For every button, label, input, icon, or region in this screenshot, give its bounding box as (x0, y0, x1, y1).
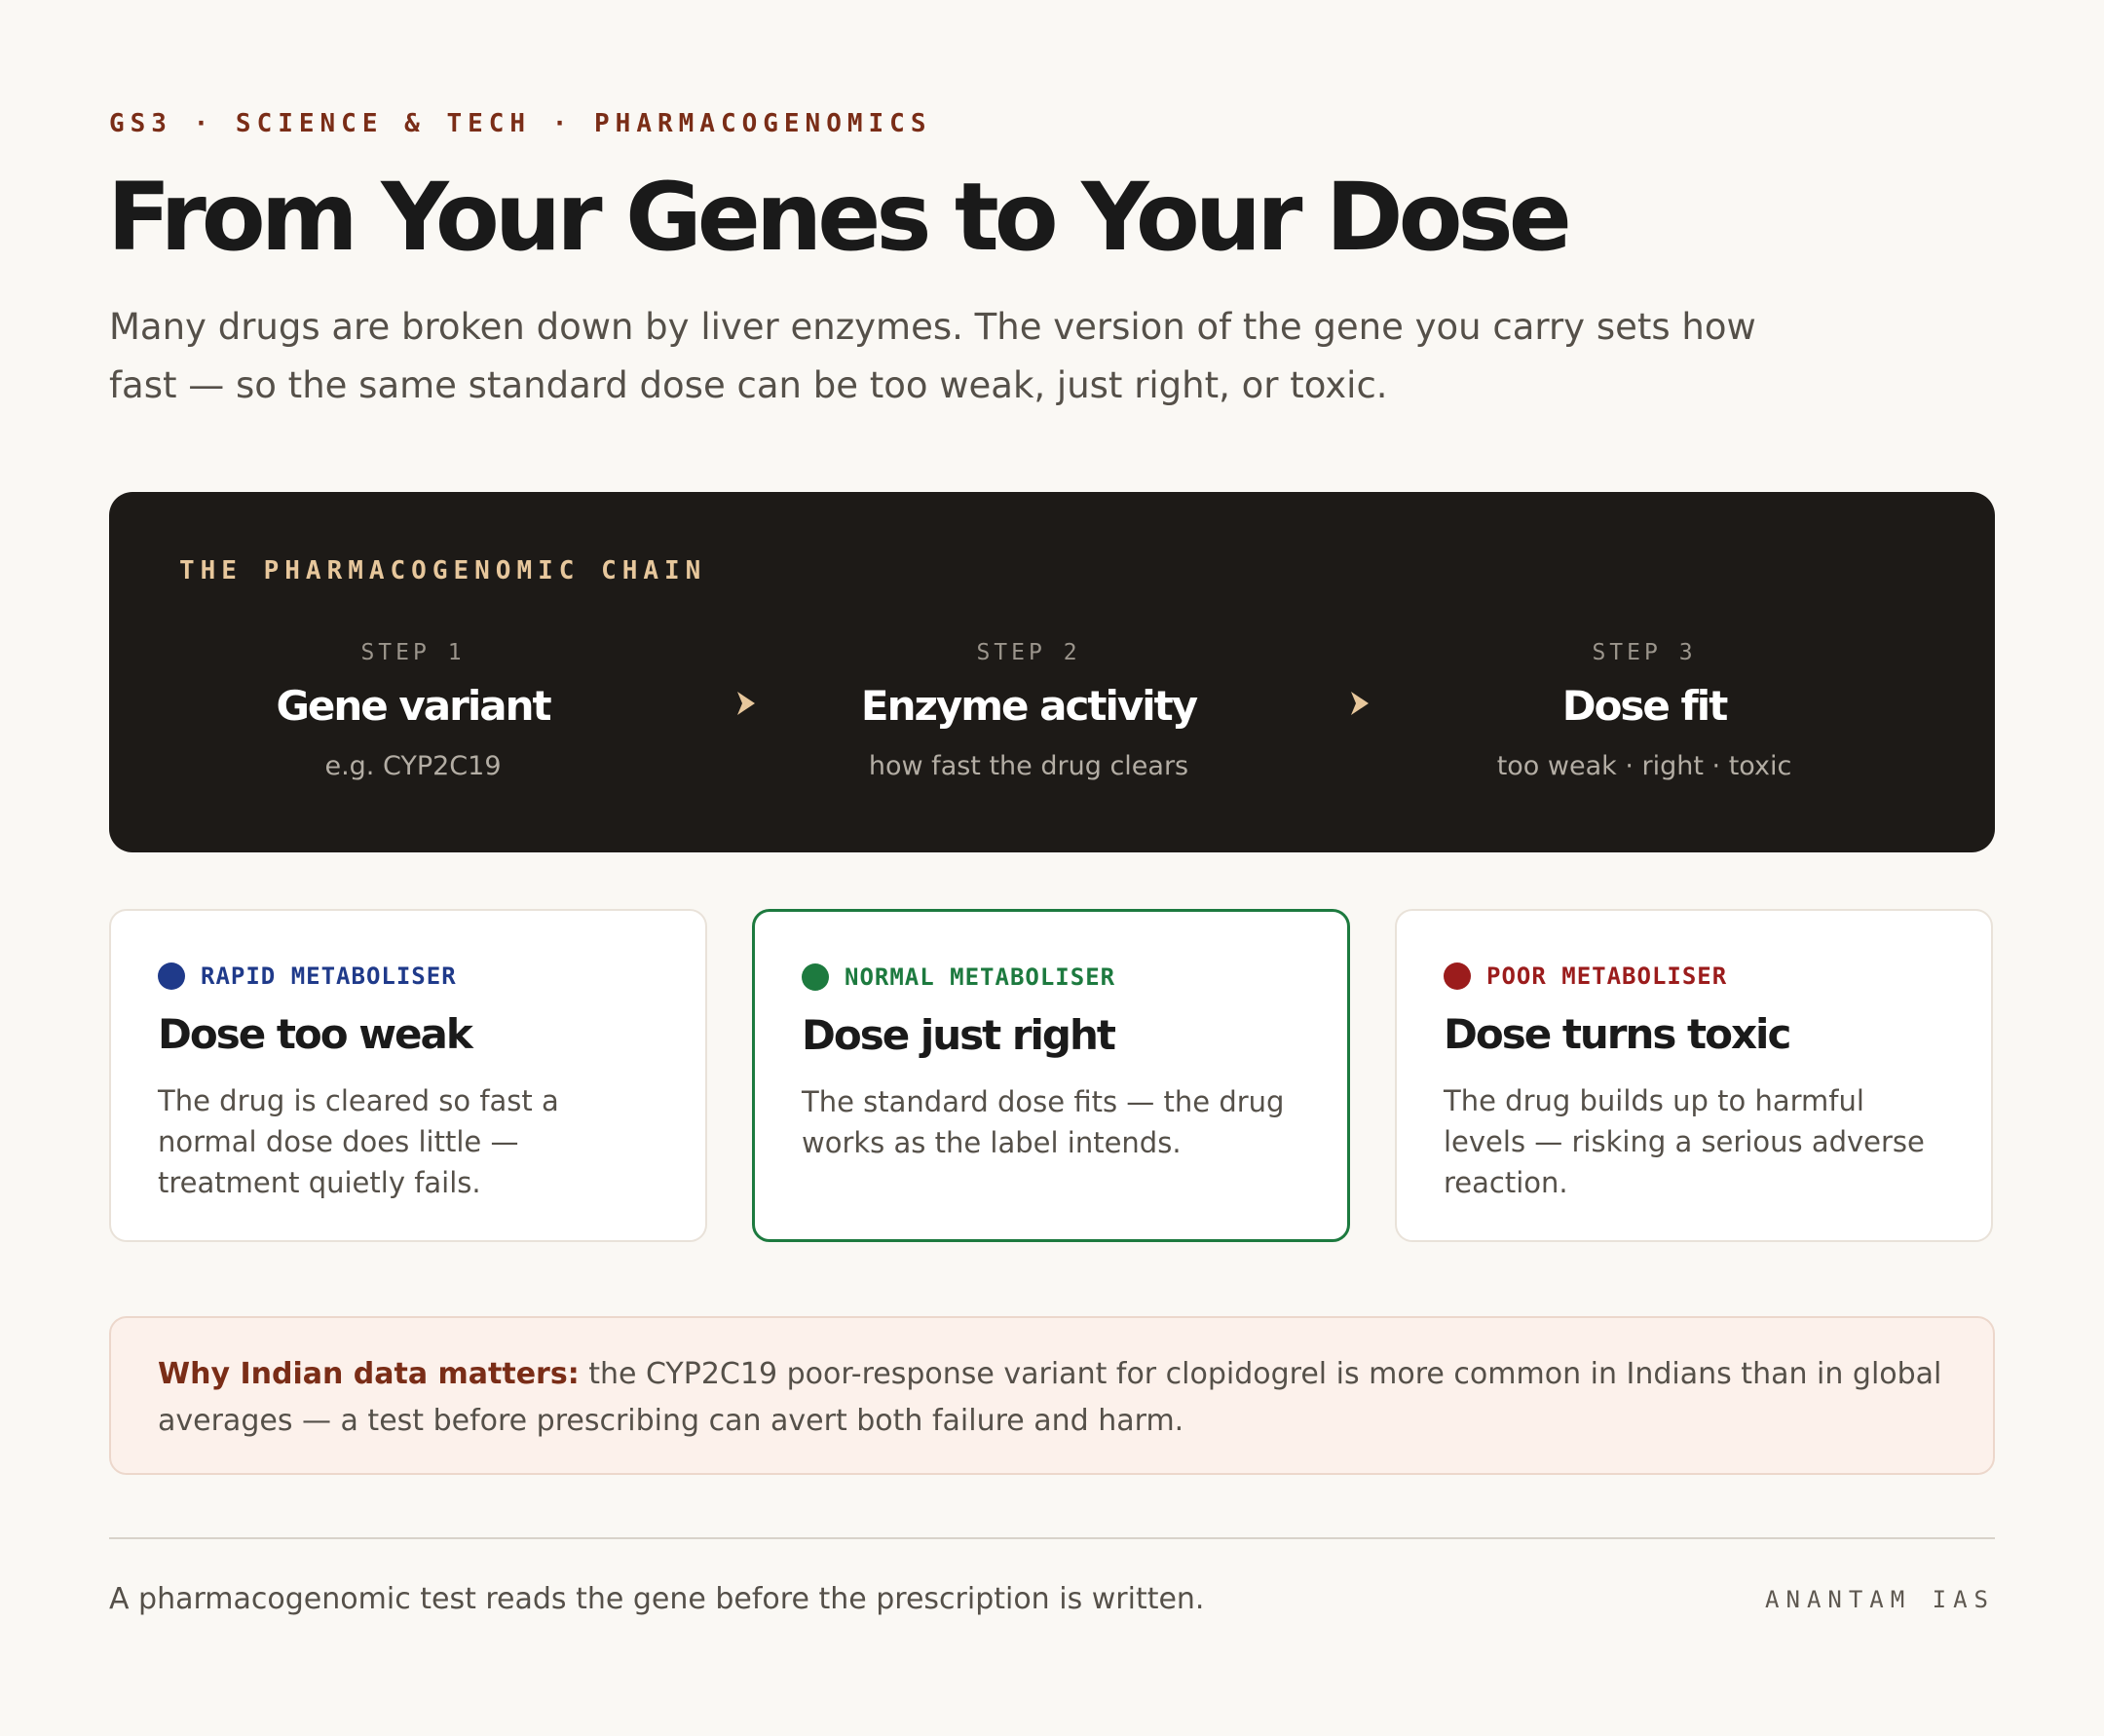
callout-lead: Why Indian data matters: (158, 1357, 580, 1391)
card-rapid-metaboliser: RAPID METABOLISER Dose too weak The drug… (109, 909, 707, 1242)
chain-label: THE PHARMACOGENOMIC CHAIN (179, 556, 707, 585)
card-tag-label: NORMAL METABOLISER (845, 963, 1116, 991)
card-tag-label: RAPID METABOLISER (201, 962, 457, 990)
step-number: STEP 2 (976, 640, 1081, 665)
step-subtitle: how fast the drug clears (868, 751, 1189, 781)
indian-data-callout: Why Indian data matters: the CYP2C19 poo… (109, 1316, 1995, 1475)
footer-divider (109, 1537, 1995, 1539)
status-dot-icon (802, 963, 829, 991)
chevron-right-icon (1351, 692, 1369, 715)
card-body: The standard dose fits — the drug works … (802, 1085, 1285, 1159)
card-poor-metaboliser: POOR METABOLISER Dose turns toxic The dr… (1395, 909, 1993, 1242)
card-tag-label: POOR METABOLISER (1486, 962, 1728, 990)
chevron-right-icon (737, 692, 755, 715)
intro-paragraph: Many drugs are broken down by liver enzy… (109, 306, 1756, 406)
step-title: Gene variant (276, 682, 551, 730)
card-tag: RAPID METABOLISER (158, 962, 662, 991)
brand-name: ANANTAM IAS (1765, 1586, 1995, 1613)
card-title: Dose turns toxic (1444, 1010, 1791, 1058)
card-body: The drug builds up to harmful levels — r… (1444, 1084, 1925, 1199)
infographic-page: GS3 · SCIENCE & TECH · PHARMACOGENOMICS … (0, 0, 2104, 1736)
chain-step-3: STEP 3 Dose fit too weak · right · toxic (1391, 638, 1897, 784)
step-title: Enzyme activity (860, 682, 1198, 730)
step-title: Dose fit (1561, 682, 1729, 730)
status-dot-icon (1444, 962, 1471, 990)
step-subtitle: too weak · right · toxic (1496, 751, 1792, 781)
card-title: Dose just right (802, 1011, 1116, 1059)
card-body: The drug is cleared so fast a normal dos… (158, 1084, 559, 1199)
step-number: STEP 1 (360, 640, 466, 665)
kicker: GS3 · SCIENCE & TECH · PHARMACOGENOMICS (109, 109, 932, 138)
card-normal-metaboliser: NORMAL METABOLISER Dose just right The s… (752, 909, 1350, 1242)
card-tag: POOR METABOLISER (1444, 962, 1948, 991)
chain-step-2: STEP 2 Enzyme activity how fast the drug… (775, 638, 1282, 784)
step-number: STEP 3 (1592, 640, 1697, 665)
page-title: From Your Genes to Your Dose (107, 163, 1572, 272)
chain-step-1: STEP 1 Gene variant e.g. CYP2C19 (160, 638, 666, 784)
card-tag: NORMAL METABOLISER (802, 962, 1304, 992)
step-subtitle: e.g. CYP2C19 (324, 751, 502, 781)
status-dot-icon (158, 962, 185, 990)
pharmacogenomic-chain-panel: THE PHARMACOGENOMIC CHAIN STEP 1 Gene va… (109, 492, 1995, 852)
card-title: Dose too weak (158, 1010, 473, 1058)
footer-text: A pharmacogenomic test reads the gene be… (109, 1582, 1205, 1616)
